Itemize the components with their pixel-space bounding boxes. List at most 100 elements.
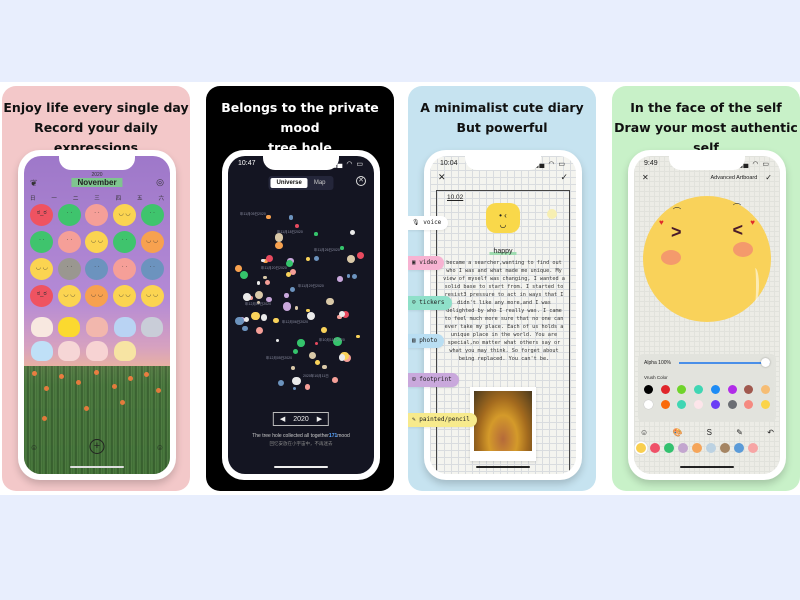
mood-day[interactable]: · · xyxy=(140,258,164,280)
mood-dot[interactable] xyxy=(339,311,345,317)
mood-dot[interactable] xyxy=(338,354,346,361)
mood-dot[interactable] xyxy=(261,258,265,263)
mood-dot[interactable] xyxy=(254,291,263,300)
mood-day[interactable]: ◡ ◡ xyxy=(30,258,54,280)
recent-color-swatch[interactable] xyxy=(664,443,674,453)
mood-day[interactable]: · · xyxy=(57,204,81,226)
undo-icon[interactable]: ↶ xyxy=(767,428,774,437)
mood-day[interactable]: · · xyxy=(30,231,54,253)
pencil-icon[interactable]: ✎ xyxy=(736,428,743,437)
mood-dot[interactable] xyxy=(244,317,250,323)
mood-dot[interactable] xyxy=(262,275,267,280)
bunny-sticker[interactable] xyxy=(30,341,53,361)
mood-dot[interactable] xyxy=(326,297,334,306)
bunny-sticker[interactable] xyxy=(58,341,81,361)
check-icon[interactable]: ✓ xyxy=(765,173,772,182)
mood-dot[interactable] xyxy=(315,359,321,365)
x-icon[interactable]: ✕ xyxy=(642,173,649,182)
mood-dot[interactable] xyxy=(285,271,292,278)
mood-dot[interactable] xyxy=(321,326,327,333)
smiley-outline-icon[interactable]: ☺ xyxy=(30,443,38,452)
mood-dot[interactable] xyxy=(288,215,294,220)
color-swatch[interactable] xyxy=(760,400,770,409)
mood-dot[interactable] xyxy=(265,280,271,286)
feature-tag-photo[interactable]: ▨ photo xyxy=(408,334,445,348)
mood-dot[interactable] xyxy=(235,316,244,326)
bunny-sticker[interactable] xyxy=(113,341,136,361)
next-year-button[interactable]: ▶ xyxy=(317,415,322,423)
mood-day[interactable]: · · xyxy=(85,258,109,280)
feature-tag-painted-pencil[interactable]: ✎ painted/pencil xyxy=(408,413,477,427)
feature-tag-tickers[interactable]: ☺ tickers xyxy=(408,296,452,310)
mood-dot[interactable] xyxy=(256,280,261,285)
mood-day[interactable]: ◡ ◡ xyxy=(140,231,164,253)
mood-dot[interactable] xyxy=(265,254,274,263)
color-swatch[interactable] xyxy=(694,400,704,409)
tab-map[interactable]: Map xyxy=(308,178,332,188)
mood-day[interactable]: ◡ ◡ xyxy=(113,285,137,307)
color-swatch[interactable] xyxy=(727,385,737,394)
add-mood-button[interactable]: + xyxy=(89,439,105,454)
mood-dot[interactable] xyxy=(251,311,260,321)
mood-day[interactable]: · · xyxy=(57,231,81,253)
recent-color-swatch[interactable] xyxy=(636,443,646,453)
close-circle-icon[interactable]: ✕ xyxy=(356,176,366,186)
mood-day[interactable]: ಠ_ಠ xyxy=(30,285,54,307)
mood-dot[interactable] xyxy=(293,387,297,391)
bunny-sticker[interactable] xyxy=(85,341,108,361)
mood-dot[interactable] xyxy=(242,325,248,332)
mood-dot[interactable] xyxy=(337,276,343,283)
color-swatch[interactable] xyxy=(677,400,687,409)
color-swatch[interactable] xyxy=(644,385,653,394)
x-icon[interactable]: ✕ xyxy=(438,172,446,183)
color-swatch[interactable] xyxy=(660,385,670,394)
mood-dot[interactable] xyxy=(282,301,292,311)
mood-dot[interactable] xyxy=(309,352,317,360)
bunny-sticker[interactable] xyxy=(30,317,53,337)
mood-dot[interactable] xyxy=(314,341,318,345)
mood-dot[interactable] xyxy=(255,327,263,335)
feature-tag-video[interactable]: ▣ video xyxy=(408,256,445,270)
mood-dot[interactable] xyxy=(275,241,283,250)
mood-dot[interactable] xyxy=(313,255,319,261)
mood-dot[interactable] xyxy=(356,334,360,339)
recent-color-swatch[interactable] xyxy=(692,443,702,453)
mood-dot[interactable] xyxy=(332,377,339,384)
color-swatch[interactable] xyxy=(644,400,653,409)
calendar-month[interactable]: November xyxy=(71,178,123,187)
mood-dot[interactable] xyxy=(350,229,356,236)
mood-dot[interactable] xyxy=(266,214,271,220)
color-swatch[interactable] xyxy=(660,400,670,409)
recent-color-swatch[interactable] xyxy=(678,443,688,453)
color-swatch[interactable] xyxy=(744,385,754,394)
recent-color-swatch[interactable] xyxy=(650,443,660,453)
mood-dot[interactable] xyxy=(284,292,290,298)
mood-day[interactable]: ◡ ◡ xyxy=(85,285,109,307)
recent-color-swatch[interactable] xyxy=(734,443,744,453)
mood-dot[interactable] xyxy=(314,232,318,236)
mood-dot[interactable] xyxy=(292,377,301,386)
bunny-sticker[interactable] xyxy=(58,317,81,337)
recent-color-swatch[interactable] xyxy=(748,443,758,453)
alpha-slider[interactable] xyxy=(678,358,770,368)
mood-dot[interactable] xyxy=(293,349,299,355)
mood-dot[interactable] xyxy=(294,306,298,310)
mood-dot[interactable] xyxy=(347,274,351,278)
feature-tag-voice[interactable]: 🎙 voice xyxy=(408,216,449,230)
color-swatch[interactable] xyxy=(694,385,704,394)
mood-dot[interactable] xyxy=(297,339,305,347)
mood-day[interactable]: · · xyxy=(57,258,81,280)
leaf-icon[interactable]: ❦ xyxy=(30,178,38,189)
mood-dot[interactable] xyxy=(294,223,300,229)
mood-dot[interactable] xyxy=(276,338,280,342)
mood-dot[interactable] xyxy=(306,256,311,261)
mood-dot[interactable] xyxy=(340,246,344,250)
mood-day[interactable]: · · xyxy=(113,258,137,280)
bunny-sticker[interactable] xyxy=(113,317,136,337)
instagram-icon[interactable]: ◎ xyxy=(156,177,164,188)
entry-body[interactable]: became a searcher,wanting to find out wh… xyxy=(443,259,565,363)
mood-dot[interactable] xyxy=(243,293,251,301)
smiley-icon[interactable]: ☺ xyxy=(640,428,648,437)
bunny-sticker[interactable] xyxy=(85,317,108,337)
color-swatch[interactable] xyxy=(760,385,770,394)
